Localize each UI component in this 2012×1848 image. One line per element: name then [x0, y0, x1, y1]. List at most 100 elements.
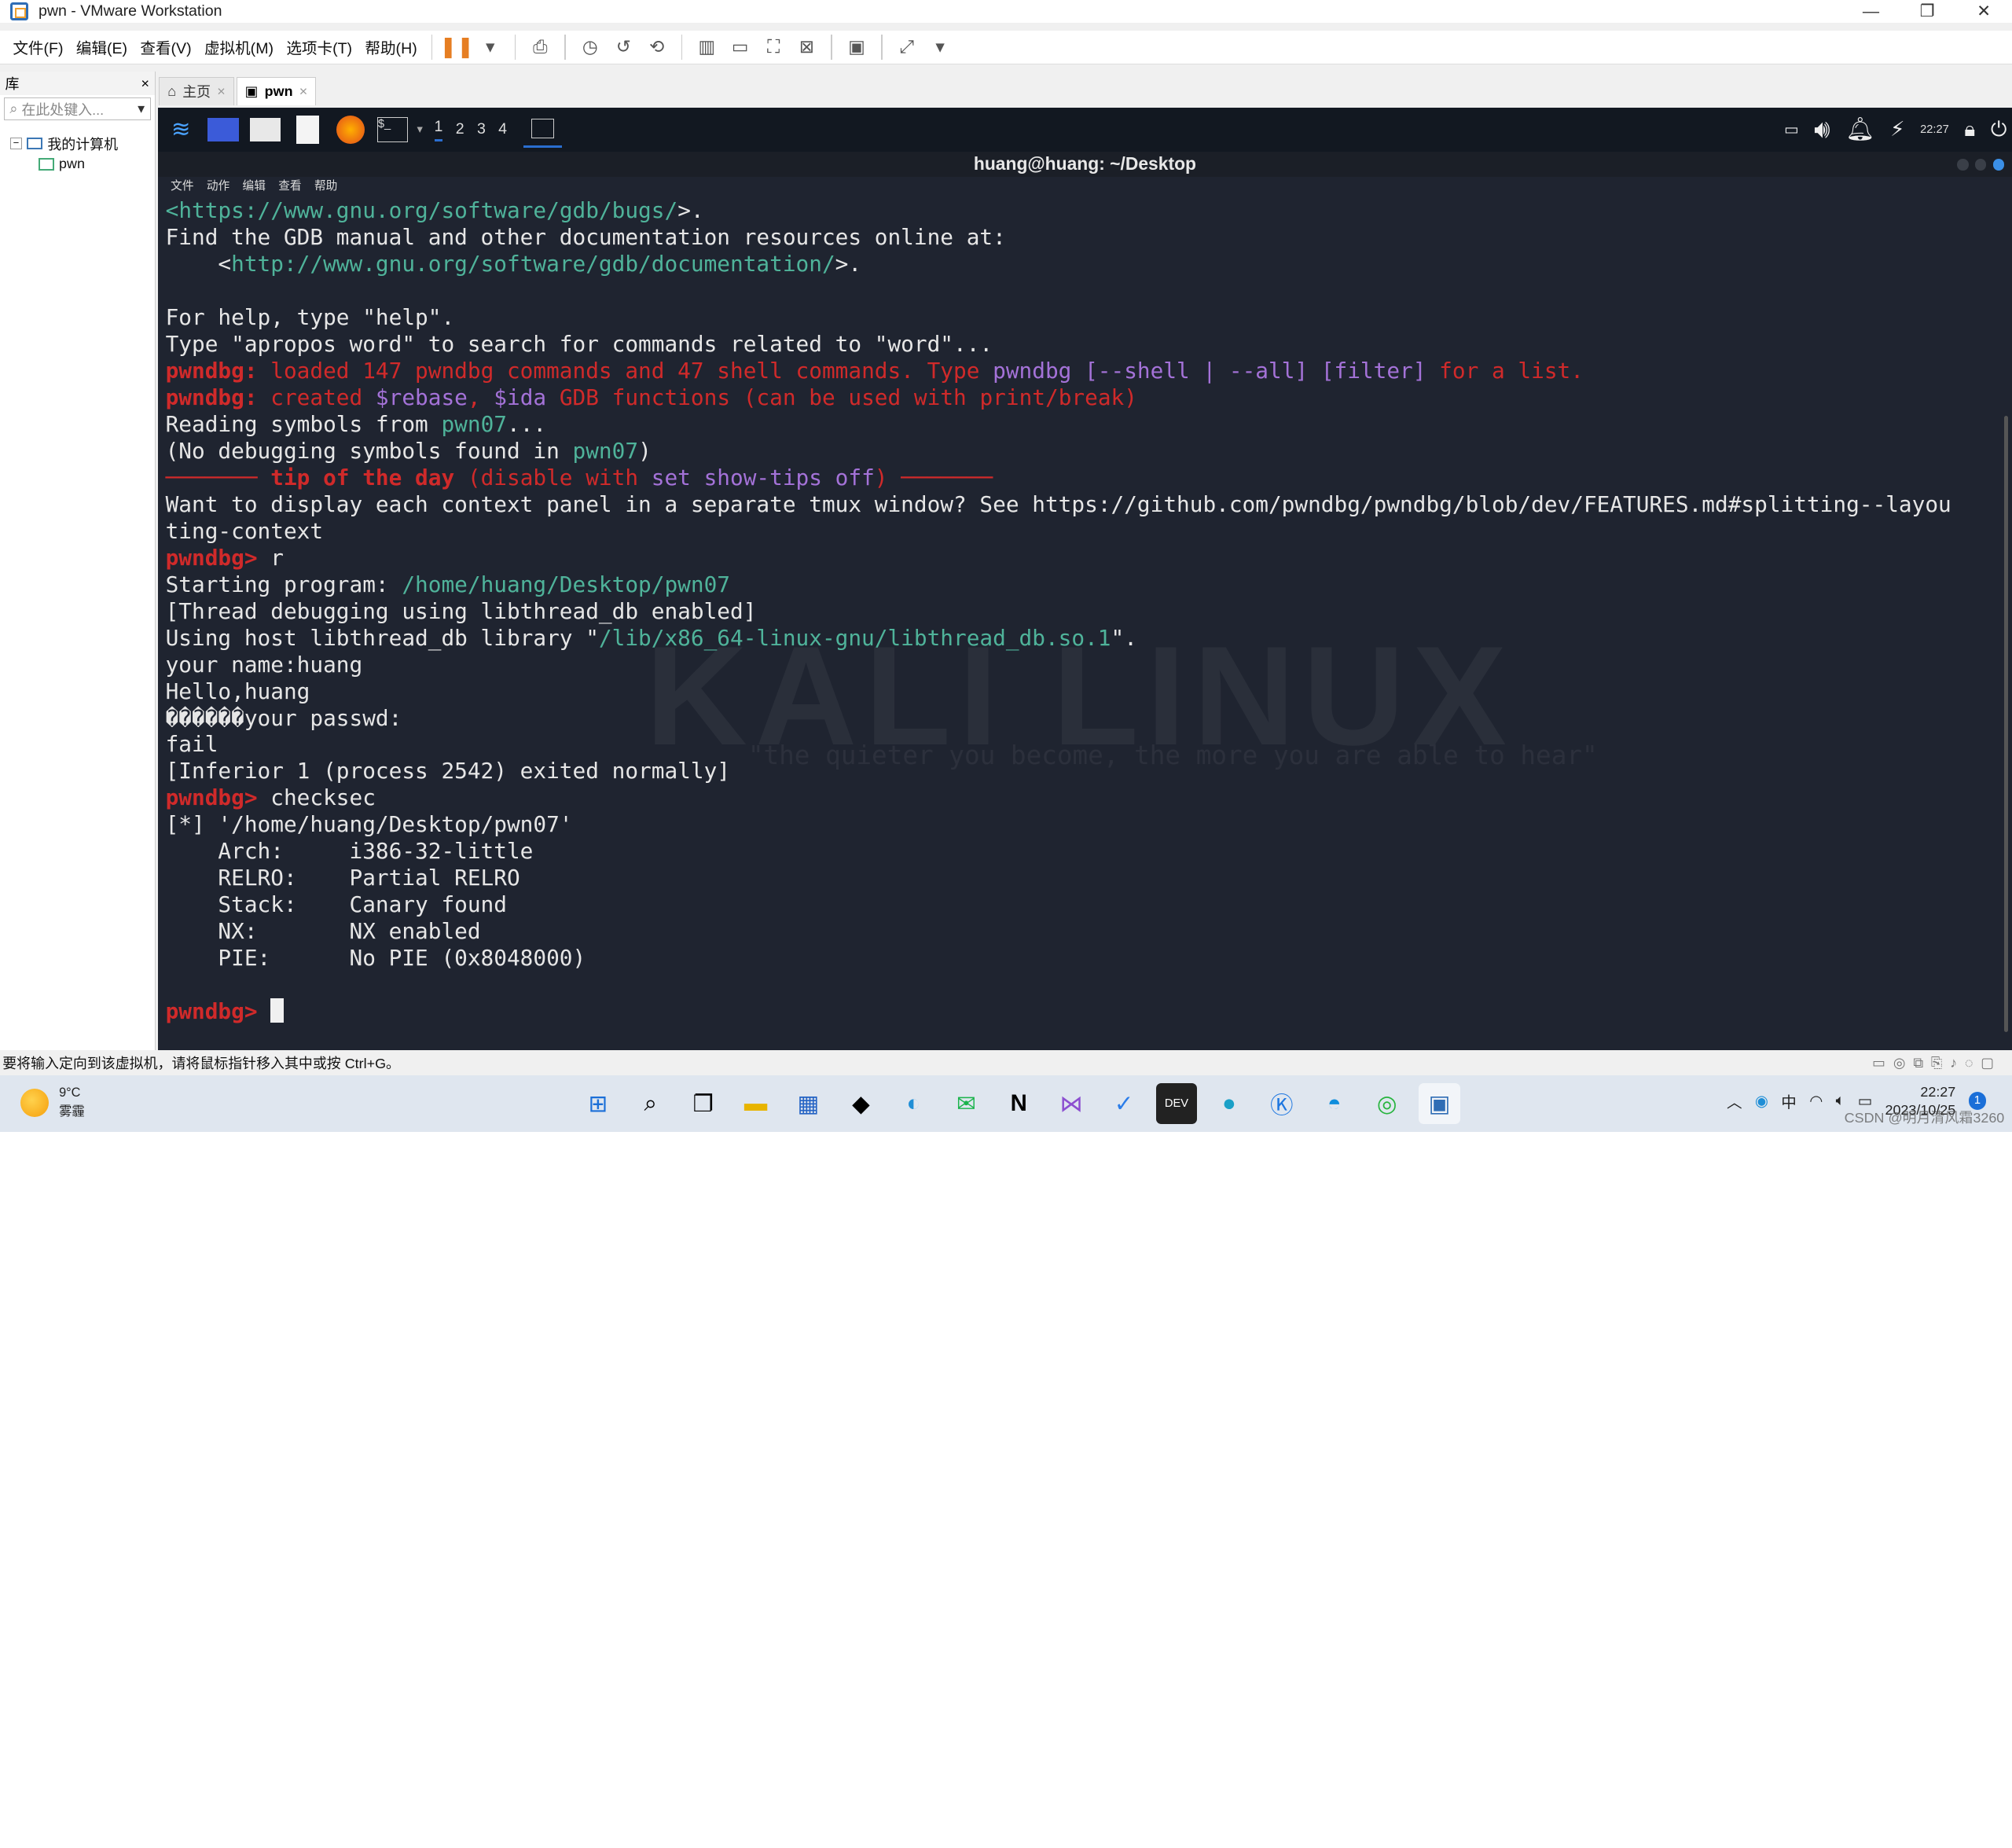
terminal-menu-help[interactable]: 帮助 [314, 177, 337, 195]
vm-display[interactable]: KALI LINUX "the quieter you become, the … [157, 108, 2012, 1050]
revert-snapshot-icon[interactable]: ↺ [609, 33, 637, 61]
menu-view[interactable]: 查看(V) [134, 35, 198, 58]
terminal-icon[interactable]: $_ [373, 112, 412, 148]
cdrom-icon[interactable]: ◎ [1893, 1055, 1906, 1071]
search-icon[interactable]: ⌕ [630, 1083, 671, 1124]
tab-close-icon[interactable]: × [217, 83, 225, 100]
library-search-input[interactable]: ⌕ 在此处键入... ▾ [3, 97, 151, 121]
vmware-app-icon [10, 2, 28, 21]
edge-dev-icon[interactable]: ◐ [893, 1083, 934, 1124]
terminal-minimize-button[interactable] [1956, 159, 1969, 171]
message-icon[interactable]: ▢ [1981, 1055, 1994, 1071]
tray-app-icon[interactable]: ◉ [1755, 1092, 1768, 1111]
show-library-icon[interactable]: ▥ [692, 33, 721, 61]
display-icon[interactable]: ◌ [1965, 1055, 1973, 1071]
console-view-icon[interactable]: ▣ [843, 33, 871, 61]
terminal-scrollbar[interactable] [2004, 415, 2009, 1032]
kugou-icon[interactable]: Ⓚ [1261, 1083, 1302, 1124]
file-manager-icon[interactable] [246, 112, 285, 148]
terminal-menu-edit[interactable]: 编辑 [243, 177, 266, 195]
menu-help[interactable]: 帮助(H) [358, 35, 424, 58]
store-icon[interactable]: ▦ [788, 1083, 828, 1124]
volume-icon[interactable]: 🔈︎ [1836, 1092, 1845, 1110]
tab-home[interactable]: ⌂ 主页 × [159, 76, 234, 105]
terminal-maximize-button[interactable] [1974, 159, 1987, 171]
window-controls: — ❐ ✕ [1843, 0, 2012, 23]
display-icon[interactable]: ▭ [1784, 120, 1799, 139]
restore-button[interactable]: ❐ [1899, 0, 1955, 23]
terminal-close-button[interactable] [1992, 159, 2005, 171]
app-icon[interactable]: ✓ [1103, 1083, 1144, 1124]
notification-bell-icon[interactable]: 🔔︎ [1845, 116, 1874, 143]
ida-icon[interactable]: ◆ [840, 1083, 881, 1124]
minimize-button[interactable]: — [1843, 0, 1900, 23]
chat-icon[interactable]: ✉ [945, 1083, 986, 1124]
menu-edit[interactable]: 编辑(E) [70, 35, 134, 58]
lock-icon[interactable]: 🔒︎ [1964, 117, 1975, 142]
pause-icon[interactable]: ❚❚ [439, 33, 474, 61]
kali-clock[interactable]: 22:27 [1920, 123, 1949, 136]
firefox-icon[interactable] [331, 112, 369, 148]
unity-icon[interactable]: ⊠ [793, 33, 821, 61]
translator-icon[interactable]: ● [1209, 1083, 1250, 1124]
workspace-1[interactable]: 1 [434, 118, 443, 141]
tab-pwn[interactable]: ▣ pwn × [236, 76, 316, 105]
terminal-menu-view[interactable]: 查看 [278, 177, 301, 195]
menu-vm[interactable]: 虚拟机(M) [198, 35, 280, 58]
kali-menu-icon[interactable]: ≋ [162, 112, 200, 148]
snapshot-icon[interactable]: ◷ [576, 33, 604, 61]
stretch-guest-icon[interactable]: ⤢ [893, 33, 921, 61]
vmware-taskbar-icon[interactable]: ▣ [1419, 1082, 1460, 1125]
send-ctrl-alt-del-icon[interactable]: ⎙ [526, 33, 554, 61]
wifi-icon[interactable]: ◠ [1809, 1092, 1823, 1111]
hdd-icon[interactable]: ▭ [1872, 1055, 1885, 1071]
workspace-4[interactable]: 4 [498, 120, 507, 138]
terminal-menu-action[interactable]: 动作 [207, 177, 229, 195]
library-close-icon[interactable]: × [141, 75, 149, 92]
logout-icon[interactable]: ⏻ [1991, 117, 2007, 142]
visual-studio-icon[interactable]: ⋈ [1051, 1083, 1092, 1124]
volume-icon[interactable]: 🔊︎ [1814, 114, 1830, 145]
desktop-icon[interactable] [204, 112, 243, 148]
text-editor-icon[interactable] [288, 112, 327, 148]
thumbnail-bar-icon[interactable]: ▭ [726, 33, 754, 61]
sound-icon[interactable]: ♪ [1950, 1055, 1957, 1071]
devcpp-icon[interactable]: DEV [1155, 1082, 1198, 1125]
terminal-output[interactable]: <https://www.gnu.org/software/gdb/bugs/>… [166, 197, 2001, 1025]
collapse-icon[interactable]: − [10, 138, 22, 150]
terminal-window-button[interactable] [523, 112, 563, 148]
network-icon[interactable]: ⧉ [1913, 1055, 1923, 1071]
chevron-down-icon[interactable]: ▾ [138, 101, 145, 117]
tree-item-pwn[interactable]: pwn [10, 154, 155, 175]
usb-icon[interactable]: ⎘ [1931, 1055, 1942, 1071]
terminal-line: Using host libthread_db library "/lib/x8… [166, 625, 2001, 652]
stretch-dropdown-icon[interactable]: ▾ [926, 33, 954, 61]
close-button[interactable]: ✕ [1955, 0, 2012, 23]
workspace-2[interactable]: 2 [456, 120, 464, 138]
workspace-3[interactable]: 3 [477, 120, 486, 138]
ime-indicator[interactable]: 中 [1781, 1089, 1797, 1112]
edge-icon[interactable]: ◓ [1314, 1083, 1355, 1124]
menu-file[interactable]: 文件(F) [6, 35, 69, 58]
power-manager-icon[interactable]: ⚡︎ [1890, 117, 1904, 141]
tree-item-my-computer[interactable]: − 我的计算机 [10, 134, 155, 154]
chevron-up-icon[interactable]: ︿ [1727, 1089, 1742, 1112]
file-explorer-icon[interactable]: ▬ [735, 1083, 776, 1124]
terminal-line: your name:huang [166, 652, 2001, 678]
dropdown-arrow-icon[interactable]: ▾ [476, 33, 505, 61]
terminal-line: <http://www.gnu.org/software/gdb/documen… [166, 251, 2001, 277]
weather-widget[interactable]: 9°C 雾霾 [20, 1086, 85, 1119]
computer-icon [27, 138, 42, 150]
tab-close-icon[interactable]: × [299, 83, 307, 100]
chevron-down-icon[interactable]: ▾ [417, 123, 422, 136]
terminal-segment: (disable with [454, 464, 652, 490]
notion-icon[interactable]: N [998, 1083, 1039, 1124]
menu-tabs[interactable]: 选项卡(T) [280, 35, 358, 58]
snapshot-manager-icon[interactable]: ⟲ [643, 33, 671, 61]
wechat-icon[interactable]: ◎ [1367, 1083, 1408, 1124]
terminal-menu-file[interactable]: 文件 [171, 177, 193, 195]
task-view-icon[interactable]: ❐ [683, 1083, 724, 1124]
full-screen-icon[interactable]: ⛶ [759, 33, 788, 61]
start-icon[interactable]: ⊞ [578, 1083, 619, 1124]
